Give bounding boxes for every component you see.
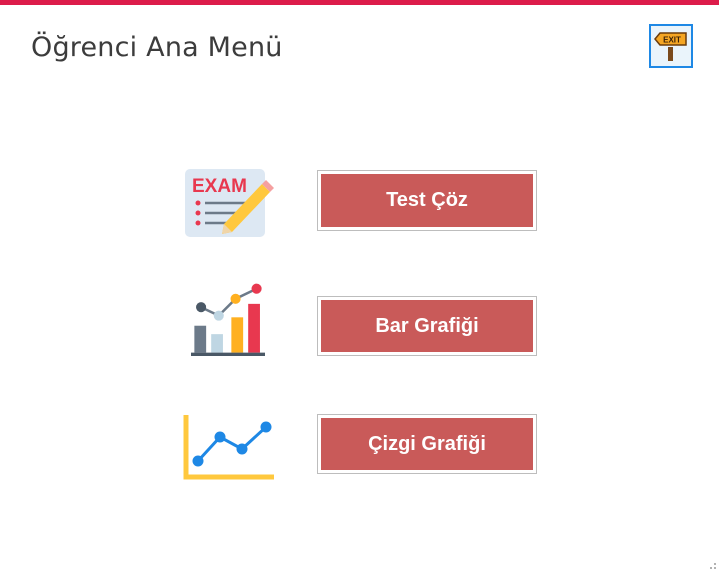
- exit-button[interactable]: EXIT: [649, 24, 693, 68]
- window-accent-bar: [0, 0, 719, 5]
- resize-grip-icon[interactable]: [705, 558, 717, 570]
- cizgi-grafigi-label: Çizgi Grafiği: [321, 418, 533, 470]
- test-coz-label: Test Çöz: [321, 174, 533, 227]
- bar-grafigi-button[interactable]: Bar Grafiği: [317, 296, 537, 356]
- svg-text:EXAM: EXAM: [192, 176, 247, 197]
- line-chart-icon: [183, 415, 274, 480]
- bar-chart-icon: [191, 283, 265, 356]
- bar-grafigi-label: Bar Grafiği: [321, 300, 533, 352]
- cizgi-grafigi-button[interactable]: Çizgi Grafiği: [317, 414, 537, 474]
- svg-text:EXIT: EXIT: [663, 36, 681, 45]
- exam-icon: EXAM: [185, 169, 274, 237]
- page-title: Öğrenci Ana Menü: [31, 32, 283, 63]
- exit-sign-icon: EXIT: [654, 32, 687, 61]
- test-coz-button[interactable]: Test Çöz: [317, 170, 537, 231]
